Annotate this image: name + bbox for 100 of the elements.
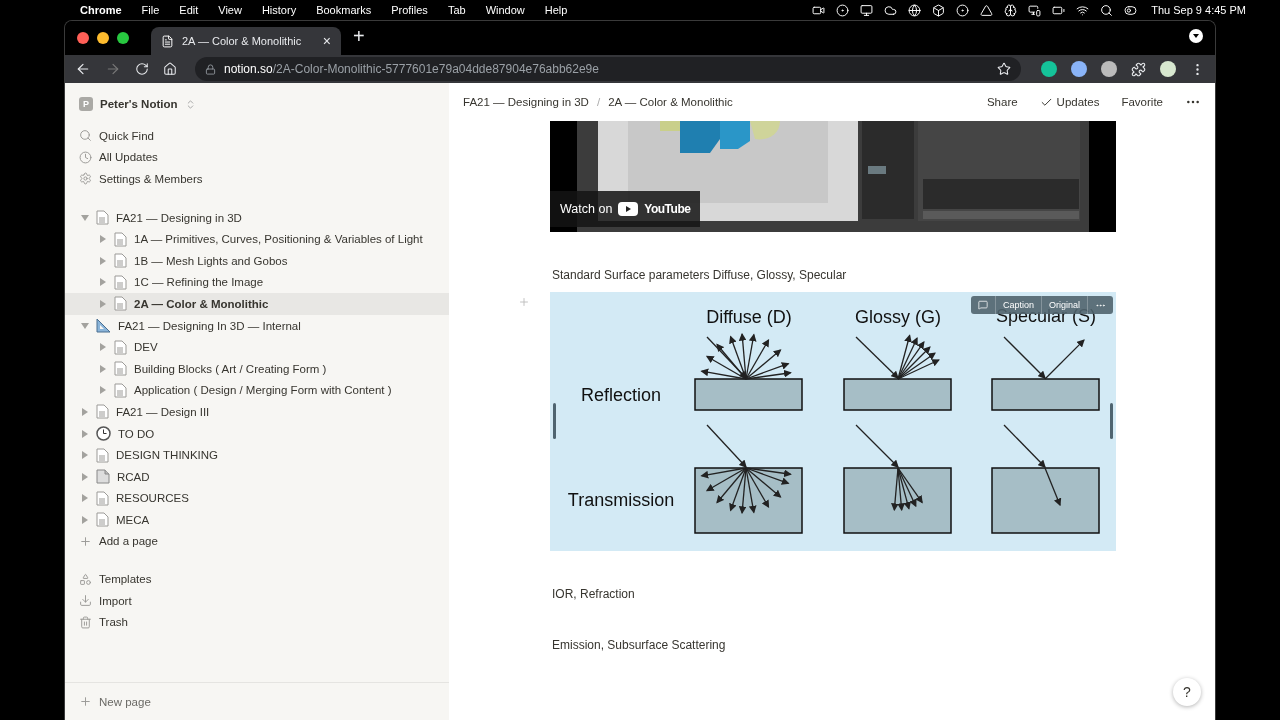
page-icon: [114, 296, 127, 312]
disclosure-triangle-icon[interactable]: [81, 515, 89, 524]
menu-item[interactable]: Window: [485, 4, 525, 16]
forward-icon: [105, 61, 121, 77]
sidebar-page-item[interactable]: MECA: [65, 509, 449, 531]
topbar-action[interactable]: Updates: [1039, 95, 1100, 109]
minimize-button[interactable]: [97, 32, 109, 44]
watch-on-youtube-button[interactable]: Watch on YouTube: [550, 191, 701, 227]
disclosure-triangle-icon[interactable]: [99, 278, 107, 287]
globe-icon: [908, 3, 922, 17]
disclosure-triangle-icon[interactable]: [99, 343, 107, 352]
menu-item[interactable]: Tab: [447, 4, 466, 16]
disclosure-triangle-icon[interactable]: [81, 472, 89, 481]
brain-icon: [1004, 3, 1018, 17]
toggle-icon: [1124, 3, 1138, 17]
sidebar-action[interactable]: Settings & Members: [65, 168, 449, 190]
workspace-avatar: P: [79, 97, 93, 111]
sidebar-action[interactable]: All Updates: [65, 146, 449, 169]
extension-icon[interactable]: [1041, 61, 1057, 77]
sidebar-page-item[interactable]: 2A — Color & Monolithic: [65, 293, 449, 315]
sidebar-page-item[interactable]: 1B — Mesh Lights and Gobos: [65, 249, 449, 272]
wifi-icon: [1076, 3, 1090, 17]
triangle-icon: [980, 3, 994, 17]
disclosure-triangle-icon[interactable]: [81, 429, 89, 438]
address-bar[interactable]: notion.so/2A-Color-Monolithic-5777601e79a04dde87904e76abb62e9e: [195, 57, 1021, 81]
image-toolbar-button[interactable]: Original: [1041, 296, 1087, 314]
resize-handle[interactable]: [1110, 403, 1113, 439]
breadcrumb-separator: /: [596, 96, 601, 108]
app-menu[interactable]: Chrome: [80, 4, 122, 16]
sidebar-page-item[interactable]: TO DO: [65, 422, 449, 445]
settings-icon: [79, 172, 92, 186]
clock-icon: [96, 426, 111, 441]
paragraph-text: IOR, Refraction: [551, 586, 636, 602]
disclosure-triangle-icon[interactable]: [99, 364, 107, 373]
search-icon: [79, 129, 92, 143]
close-tab-button[interactable]: ×: [322, 34, 331, 48]
disclosure-triangle-icon[interactable]: [81, 494, 89, 503]
breadcrumb-link[interactable]: 2A — Color & Monolithic: [608, 96, 733, 108]
breadcrumb-link[interactable]: FA21 — Designing in 3D: [463, 96, 589, 108]
extension-icon[interactable]: [1071, 61, 1087, 77]
box-icon: [932, 3, 946, 17]
sidebar-page-item[interactable]: Application ( Design / Merging Form with Content ): [65, 379, 449, 402]
sidebar-page-item[interactable]: Building Blocks ( Art / Creating Form ): [65, 357, 449, 380]
sidebar-action[interactable]: Templates: [65, 568, 449, 590]
disclosure-triangle-icon[interactable]: [99, 235, 107, 244]
disclosure-triangle-icon[interactable]: [99, 299, 107, 308]
add-page-item[interactable]: Add a page: [65, 530, 449, 553]
menu-item[interactable]: Bookmarks: [316, 4, 372, 16]
topbar-action[interactable]: Share: [986, 96, 1018, 108]
topbar-action[interactable]: Favorite: [1121, 96, 1163, 108]
plus-icon: [79, 535, 92, 548]
zoom-button[interactable]: [117, 32, 129, 44]
trash-icon: [79, 615, 92, 629]
profile-avatar[interactable]: [1160, 61, 1176, 77]
sidebar-action[interactable]: Trash: [65, 611, 449, 634]
play-logo-icon: [618, 202, 639, 216]
page-icon: [96, 490, 109, 506]
screens-icon: [1028, 3, 1042, 17]
cloud-icon: [884, 3, 898, 17]
disclosure-triangle-icon[interactable]: [99, 256, 107, 265]
new-tab-button[interactable]: +: [353, 24, 365, 48]
disclosure-triangle-icon[interactable]: [81, 213, 89, 222]
close-window-button[interactable]: [77, 32, 89, 44]
clock-icon: [79, 150, 92, 164]
disclosure-triangle-icon[interactable]: [81, 407, 89, 416]
help-button[interactable]: ?: [1173, 678, 1201, 706]
sidebar-action[interactable]: Import: [65, 589, 449, 612]
sidebar-page-item[interactable]: 1A — Primitives, Curves, Positioning & Variables of Light: [65, 228, 449, 250]
sidebar-page-item[interactable]: FA21 — Designing in 3D: [65, 206, 449, 229]
page-icon: [114, 339, 127, 355]
menu-item[interactable]: File: [141, 4, 160, 16]
resize-handle[interactable]: [553, 403, 556, 439]
workspace-switcher[interactable]: P Peter's Notion: [65, 91, 449, 117]
tab-search-icon[interactable]: [1189, 29, 1203, 43]
monitor-icon: [860, 3, 874, 17]
sidebar-page-item[interactable]: FA21 — Designing In 3D — Internal: [65, 314, 449, 337]
sidebar-page-item[interactable]: RCAD: [65, 465, 449, 488]
sidebar-page-item[interactable]: DEV: [65, 336, 449, 358]
add-block-icon: [518, 296, 530, 308]
row-label: Transmission: [567, 490, 675, 510]
sidebar-page-item[interactable]: FA21 — Design III: [65, 401, 449, 423]
menu-item[interactable]: Profiles: [391, 4, 428, 16]
url-text: notion.so/2A-Color-Monolithic-5777601e79a04dde87904e76abb62e9e: [224, 62, 600, 76]
new-page-button[interactable]: New page: [65, 682, 449, 720]
circle-icon: [836, 3, 850, 17]
extension-icon[interactable]: [1101, 61, 1117, 77]
menu-item[interactable]: Help: [544, 4, 568, 16]
disclosure-triangle-icon[interactable]: [81, 321, 89, 330]
lock-icon: [205, 63, 216, 75]
disclosure-triangle-icon[interactable]: [81, 451, 89, 460]
sidebar-action[interactable]: Quick Find: [65, 125, 449, 147]
clock[interactable]: Thu Sep 9 4:45 PM: [1151, 4, 1246, 16]
menu-item[interactable]: Edit: [179, 4, 199, 16]
sidebar-page-item[interactable]: DESIGN THINKING: [65, 444, 449, 466]
sidebar-page-item[interactable]: RESOURCES: [65, 487, 449, 510]
disclosure-triangle-icon[interactable]: [99, 386, 107, 395]
browser-tab[interactable]: 2A — Color & Monolithic ×: [151, 27, 341, 55]
menu-item[interactable]: View: [218, 4, 242, 16]
sidebar-page-item[interactable]: 1C — Refining the Image: [65, 271, 449, 294]
menu-item[interactable]: History: [261, 4, 297, 16]
